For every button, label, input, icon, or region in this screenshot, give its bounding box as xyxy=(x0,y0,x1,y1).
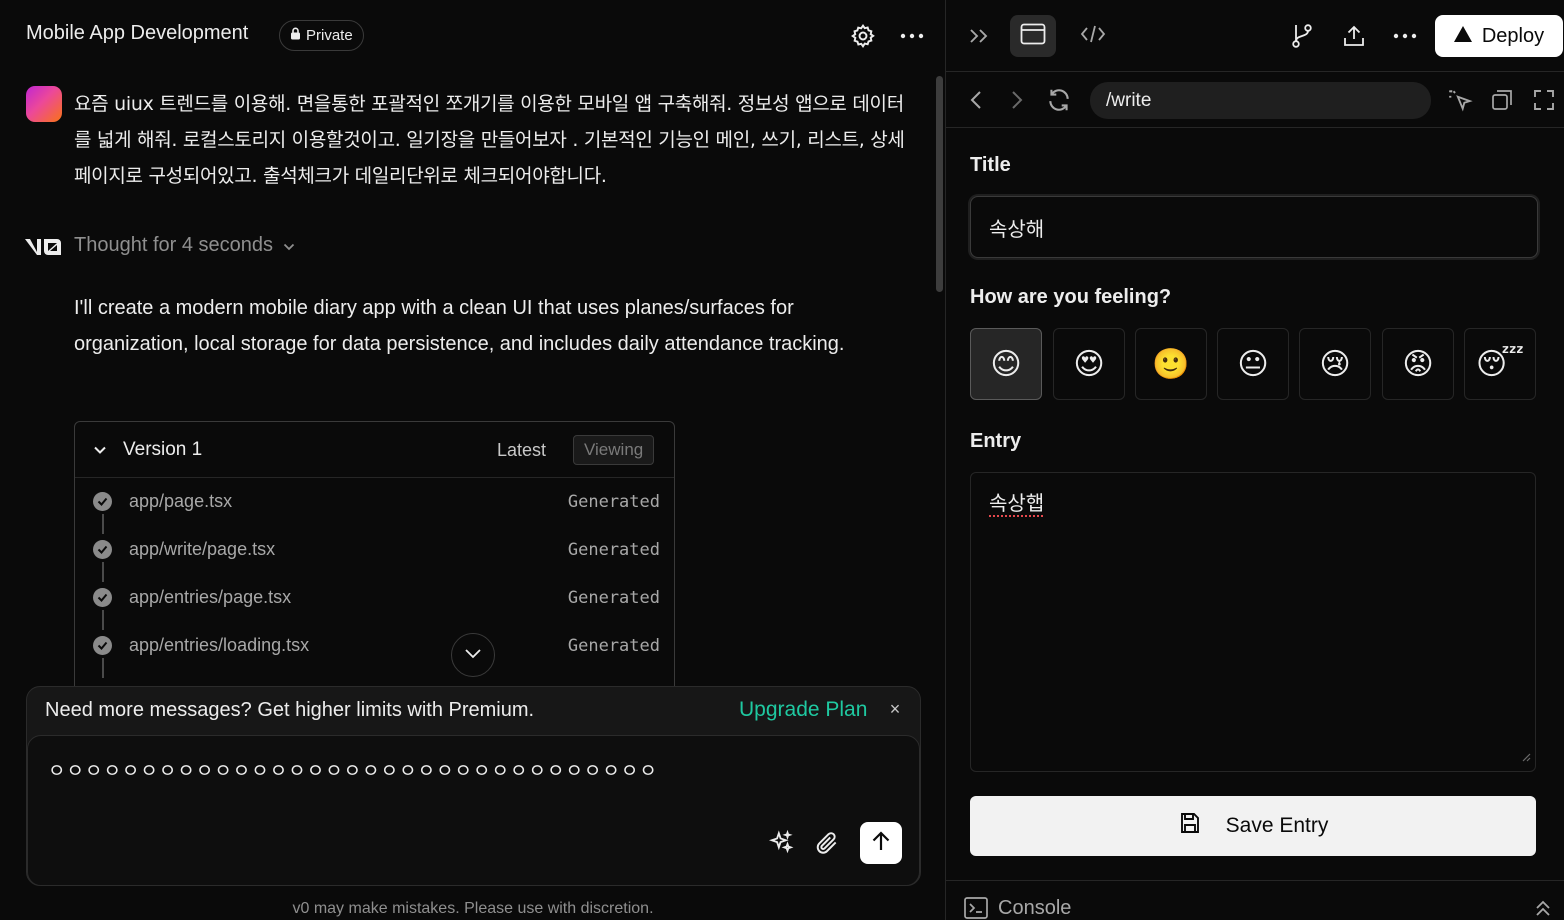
assistant-message: I'll create a modern mobile diary app wi… xyxy=(74,297,845,355)
app-preview-write-page: Title 속상해 How are you feeling? 😊 😍 🙂 😐 😢… xyxy=(946,128,1564,880)
entry-label: Entry xyxy=(970,430,1022,452)
file-status: Generated xyxy=(567,588,660,608)
entry-textarea[interactable]: 속상햅 xyxy=(970,472,1536,772)
url-bar: /write xyxy=(946,72,1564,128)
user-avatar xyxy=(26,86,62,122)
back-arrow-icon[interactable] xyxy=(962,86,990,114)
chevron-down-icon xyxy=(464,646,482,664)
send-button[interactable] xyxy=(860,822,902,864)
chat-header: Mobile App Development Private xyxy=(0,0,946,72)
version-card[interactable]: Version 1 Latest Viewing app/page.tsx Ge… xyxy=(74,421,675,721)
visibility-label: Private xyxy=(306,27,353,44)
message-composer: Need more messages? Get higher limits wi… xyxy=(26,686,921,886)
fullscreen-icon[interactable] xyxy=(1530,86,1558,114)
sparkle-icon[interactable] xyxy=(768,829,794,861)
project-title[interactable]: Mobile App Development xyxy=(26,22,248,45)
chat-pane: Mobile App Development Private 요즘 uiux 트… xyxy=(0,0,946,920)
mood-option-smile[interactable]: 😊 xyxy=(970,328,1042,400)
console-label: Console xyxy=(998,897,1072,919)
upsell-text: Need more messages? Get higher limits wi… xyxy=(45,699,535,721)
browser-window-icon xyxy=(1020,23,1046,50)
upsell-banner: Need more messages? Get higher limits wi… xyxy=(27,687,920,735)
git-branch-icon[interactable] xyxy=(1279,15,1325,57)
chevron-down-icon[interactable] xyxy=(93,442,107,460)
check-circle-icon xyxy=(93,636,112,655)
v0-logo-icon xyxy=(24,236,62,258)
code-tab-button[interactable] xyxy=(1070,15,1116,57)
file-row[interactable]: app/write/page.tsx Generated xyxy=(75,526,674,582)
chat-scrollbar[interactable] xyxy=(936,76,943,292)
version-card-header[interactable]: Version 1 Latest Viewing xyxy=(75,422,674,478)
check-circle-icon xyxy=(93,540,112,559)
expand-chevrons-up-icon[interactable] xyxy=(1534,899,1552,920)
title-label: Title xyxy=(970,154,1011,176)
more-options-icon[interactable] xyxy=(896,20,928,52)
settings-gear-icon[interactable] xyxy=(847,20,879,52)
latest-label: Latest xyxy=(497,440,547,460)
arrow-up-icon xyxy=(871,830,891,857)
url-input[interactable]: /write xyxy=(1090,82,1431,119)
file-status: Generated xyxy=(567,540,660,560)
preview-tab-button[interactable] xyxy=(1010,15,1056,57)
user-message: 요즘 uiux 트렌드를 이용해. 면을통한 포괄적인 쪼개기를 이용한 모바일… xyxy=(74,93,905,187)
file-name: app/write/page.tsx xyxy=(129,539,276,559)
refresh-icon[interactable] xyxy=(1045,86,1073,114)
mood-option-neutral[interactable]: 😐 xyxy=(1217,328,1289,400)
file-row[interactable]: app/page.tsx Generated xyxy=(75,478,674,534)
feeling-label: How are you feeling? xyxy=(970,286,1172,308)
scroll-to-bottom-button[interactable] xyxy=(451,633,495,677)
message-input-value[interactable]: ㅇㅇㅇㅇㅇㅇㅇㅇㅇㅇㅇㅇㅇㅇㅇㅇㅇㅇㅇㅇㅇㅇㅇㅇㅇㅇㅇㅇㅇㅇㅇㅇㅇ xyxy=(48,756,658,783)
timeline-connector xyxy=(102,658,104,678)
close-icon[interactable]: × xyxy=(885,699,905,720)
thought-label: Thought for 4 seconds xyxy=(74,234,274,256)
file-name: app/page.tsx xyxy=(129,491,233,511)
visibility-badge[interactable]: Private xyxy=(279,20,364,51)
thought-toggle[interactable]: Thought for 4 seconds xyxy=(74,234,295,257)
triangle-icon xyxy=(1453,25,1472,48)
title-input[interactable]: 속상해 xyxy=(970,196,1538,258)
paperclip-icon[interactable] xyxy=(814,830,840,861)
deploy-button[interactable]: Deploy xyxy=(1435,15,1563,57)
preview-toolbar: Deploy xyxy=(946,0,1564,72)
preview-pane: Deploy /write Title 속상해 How are you feel… xyxy=(946,0,1564,920)
version-title: Version 1 xyxy=(123,439,203,460)
check-circle-icon xyxy=(93,492,112,511)
save-floppy-icon xyxy=(1178,811,1202,841)
disclaimer-text: v0 may make mistakes. Please use with di… xyxy=(292,900,654,917)
lock-icon xyxy=(290,27,301,44)
console-bar[interactable]: Console xyxy=(946,880,1564,920)
mood-option-slight-smile[interactable]: 🙂 xyxy=(1135,328,1207,400)
chevron-down-icon xyxy=(283,234,295,257)
file-status: Generated xyxy=(567,636,660,656)
mood-option-crying[interactable]: 😢 xyxy=(1299,328,1371,400)
collapse-chevrons-icon[interactable] xyxy=(956,15,1002,57)
file-status: Generated xyxy=(567,492,660,512)
upgrade-plan-link[interactable]: Upgrade Plan xyxy=(739,698,867,722)
deploy-label: Deploy xyxy=(1481,24,1545,47)
file-row[interactable]: app/entries/loading.tsx Generated xyxy=(75,622,674,678)
element-select-cursor-icon[interactable] xyxy=(1446,86,1474,114)
mood-option-heart-eyes[interactable]: 😍 xyxy=(1053,328,1125,400)
mood-option-sleepy[interactable]: 😴 xyxy=(1464,328,1536,400)
mood-option-angry[interactable]: 😡 xyxy=(1382,328,1454,400)
viewing-badge: Viewing xyxy=(573,435,655,465)
file-name: app/entries/page.tsx xyxy=(129,587,292,607)
save-entry-button[interactable]: Save Entry xyxy=(970,796,1536,856)
message-input[interactable]: ㅇㅇㅇㅇㅇㅇㅇㅇㅇㅇㅇㅇㅇㅇㅇㅇㅇㅇㅇㅇㅇㅇㅇㅇㅇㅇㅇㅇㅇㅇㅇㅇㅇ xyxy=(27,735,920,886)
entry-value[interactable]: 속상햅 xyxy=(989,491,1044,515)
file-name: app/entries/loading.tsx xyxy=(129,635,310,655)
mood-selector: 😊 😍 🙂 😐 😢 😡 😴 xyxy=(970,328,1538,400)
resize-grip-icon[interactable] xyxy=(1521,743,1531,767)
check-circle-icon xyxy=(93,588,112,607)
share-upload-icon[interactable] xyxy=(1331,15,1377,57)
terminal-icon xyxy=(964,897,988,920)
save-entry-label: Save Entry xyxy=(1225,814,1329,837)
forward-arrow-icon[interactable] xyxy=(1003,86,1031,114)
more-options-icon[interactable] xyxy=(1382,15,1428,57)
open-new-window-icon[interactable] xyxy=(1488,86,1516,114)
file-row[interactable]: app/entries/page.tsx Generated xyxy=(75,574,674,630)
code-brackets-icon xyxy=(1080,24,1106,49)
